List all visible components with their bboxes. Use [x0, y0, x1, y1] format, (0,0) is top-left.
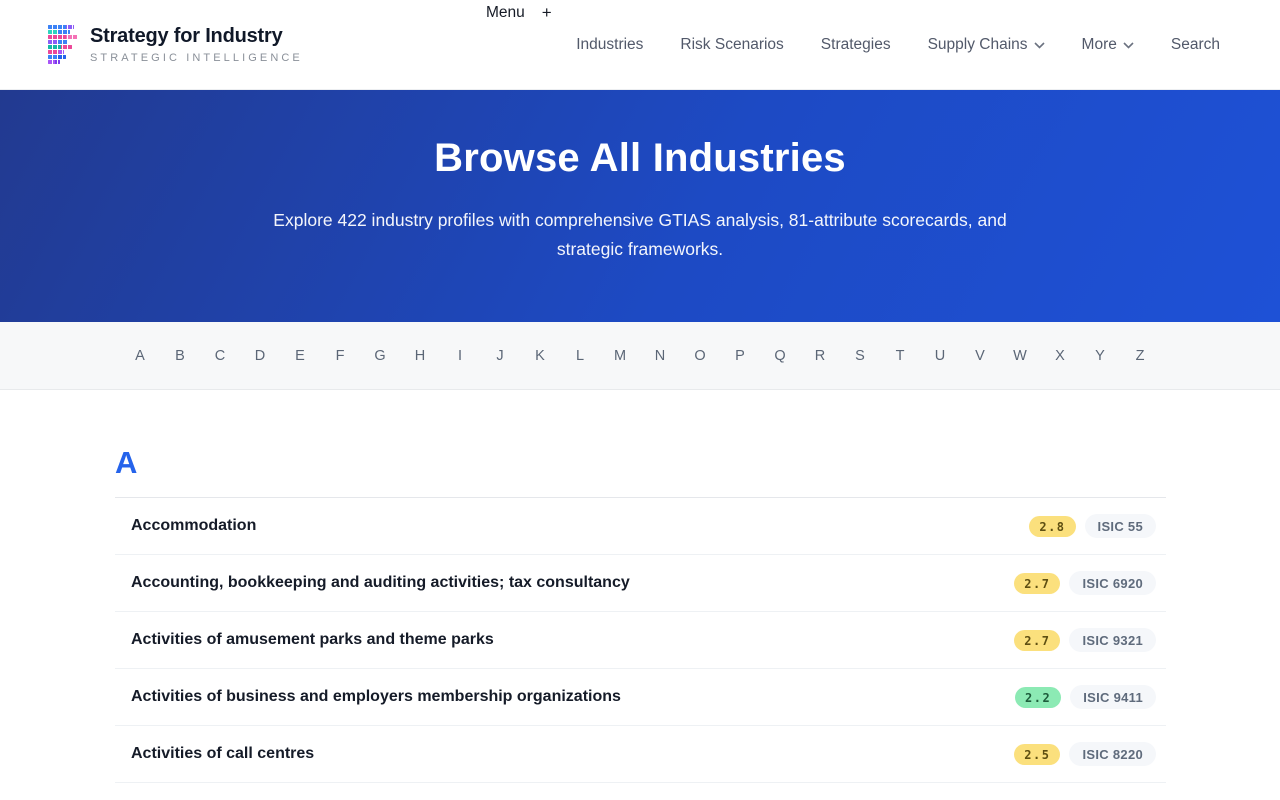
alphabet-letter-k[interactable]: K — [520, 348, 560, 364]
logo-pixel-icon — [48, 25, 78, 65]
logo-pixel-row — [48, 25, 74, 29]
logo-pixel-row — [48, 30, 70, 34]
nav-item-more[interactable]: More — [1082, 36, 1134, 54]
score-badge: 2.8 — [1029, 516, 1075, 537]
menu-toggle-button[interactable]: Menu + — [486, 1, 552, 25]
alphabet-letter-f[interactable]: F — [320, 348, 360, 364]
nav-item-supply-chains[interactable]: Supply Chains — [928, 36, 1045, 54]
nav-item-industries[interactable]: Industries — [576, 36, 643, 54]
alphabet-letter-i[interactable]: I — [440, 348, 480, 364]
alphabet-letter-n[interactable]: N — [640, 348, 680, 364]
industry-row[interactable]: Activities of call centres 2.5 ISIC 8220 — [115, 726, 1166, 783]
chevron-down-icon — [1034, 36, 1045, 54]
industry-row[interactable]: Accounting, bookkeeping and auditing act… — [115, 555, 1166, 612]
industry-row[interactable]: Activities of business and employers mem… — [115, 669, 1166, 726]
plus-icon: + — [542, 1, 552, 25]
industry-list-section: A Accommodation 2.8 ISIC 55 Accounting, … — [0, 390, 1280, 783]
industry-row[interactable]: Activities of amusement parks and theme … — [115, 612, 1166, 669]
logo-pixel-row — [48, 60, 60, 64]
logo-pixel-row — [48, 45, 72, 49]
alphabet-letter-c[interactable]: C — [200, 348, 240, 364]
alphabet-letter-w[interactable]: W — [1000, 348, 1040, 364]
chevron-down-icon — [1123, 36, 1134, 54]
menu-toggle-label: Menu — [486, 1, 525, 25]
page-subtitle: Explore 422 industry profiles with compr… — [240, 206, 1040, 264]
main-nav: Industries Risk Scenarios Strategies Sup… — [576, 0, 1220, 90]
industry-name: Activities of amusement parks and theme … — [115, 631, 494, 649]
site-title: Strategy for Industry — [90, 25, 303, 48]
industry-name: Accounting, bookkeeping and auditing act… — [115, 574, 630, 592]
alphabet-letter-d[interactable]: D — [240, 348, 280, 364]
brand-logo-link[interactable]: Strategy for Industry STRATEGIC INTELLIG… — [48, 25, 303, 65]
alphabet-letter-b[interactable]: B — [160, 348, 200, 364]
logo-pixel-row — [48, 50, 64, 54]
alphabet-letter-j[interactable]: J — [480, 348, 520, 364]
page-title: Browse All Industries — [434, 134, 846, 182]
alphabet-index-bar: ABCDEFGHIJKLMNOPQRSTUVWXYZ — [0, 322, 1280, 390]
isic-code-badge: ISIC 9411 — [1070, 685, 1156, 709]
nav-item-strategies[interactable]: Strategies — [821, 36, 891, 54]
alphabet-letter-g[interactable]: G — [360, 348, 400, 364]
alphabet-letter-z[interactable]: Z — [1120, 348, 1160, 364]
section-letter-heading: A — [115, 446, 1166, 480]
alphabet-letter-a[interactable]: A — [120, 348, 160, 364]
brand-text: Strategy for Industry STRATEGIC INTELLIG… — [90, 25, 303, 64]
nav-label: Supply Chains — [928, 36, 1028, 54]
isic-code-badge: ISIC 8220 — [1069, 742, 1156, 766]
alphabet-letter-v[interactable]: V — [960, 348, 1000, 364]
nav-label: Strategies — [821, 36, 891, 54]
alphabet-letter-u[interactable]: U — [920, 348, 960, 364]
hero-banner: Browse All Industries Explore 422 indust… — [0, 90, 1280, 322]
industry-name: Activities of call centres — [115, 745, 314, 763]
isic-code-badge: ISIC 55 — [1085, 514, 1156, 538]
nav-label: More — [1082, 36, 1117, 54]
isic-code-badge: ISIC 6920 — [1069, 571, 1156, 595]
alphabet-letter-o[interactable]: O — [680, 348, 720, 364]
alphabet-letter-e[interactable]: E — [280, 348, 320, 364]
alphabet-letter-p[interactable]: P — [720, 348, 760, 364]
nav-label: Search — [1171, 36, 1220, 54]
alphabet-letter-h[interactable]: H — [400, 348, 440, 364]
score-badge: 2.7 — [1014, 573, 1060, 594]
industry-name: Accommodation — [115, 517, 256, 535]
logo-pixel-row — [48, 35, 78, 39]
alphabet-letter-s[interactable]: S — [840, 348, 880, 364]
alphabet-letter-t[interactable]: T — [880, 348, 920, 364]
nav-item-risk-scenarios[interactable]: Risk Scenarios — [680, 36, 783, 54]
alphabet-letter-x[interactable]: X — [1040, 348, 1080, 364]
score-badge: 2.5 — [1014, 744, 1060, 765]
logo-pixel-row — [48, 55, 66, 59]
alphabet-letter-l[interactable]: L — [560, 348, 600, 364]
nav-label: Risk Scenarios — [680, 36, 783, 54]
alphabet-letter-q[interactable]: Q — [760, 348, 800, 364]
logo-pixel-row — [48, 40, 68, 44]
site-header: Strategy for Industry STRATEGIC INTELLIG… — [0, 0, 1280, 90]
score-badge: 2.2 — [1015, 687, 1061, 708]
score-badge: 2.7 — [1014, 630, 1060, 651]
site-tagline: STRATEGIC INTELLIGENCE — [90, 52, 303, 64]
alphabet-letter-y[interactable]: Y — [1080, 348, 1120, 364]
alphabet-letter-m[interactable]: M — [600, 348, 640, 364]
nav-item-search[interactable]: Search — [1171, 36, 1220, 54]
isic-code-badge: ISIC 9321 — [1069, 628, 1156, 652]
industry-row[interactable]: Accommodation 2.8 ISIC 55 — [115, 498, 1166, 555]
alphabet-letter-r[interactable]: R — [800, 348, 840, 364]
nav-label: Industries — [576, 36, 643, 54]
industry-name: Activities of business and employers mem… — [115, 688, 621, 706]
